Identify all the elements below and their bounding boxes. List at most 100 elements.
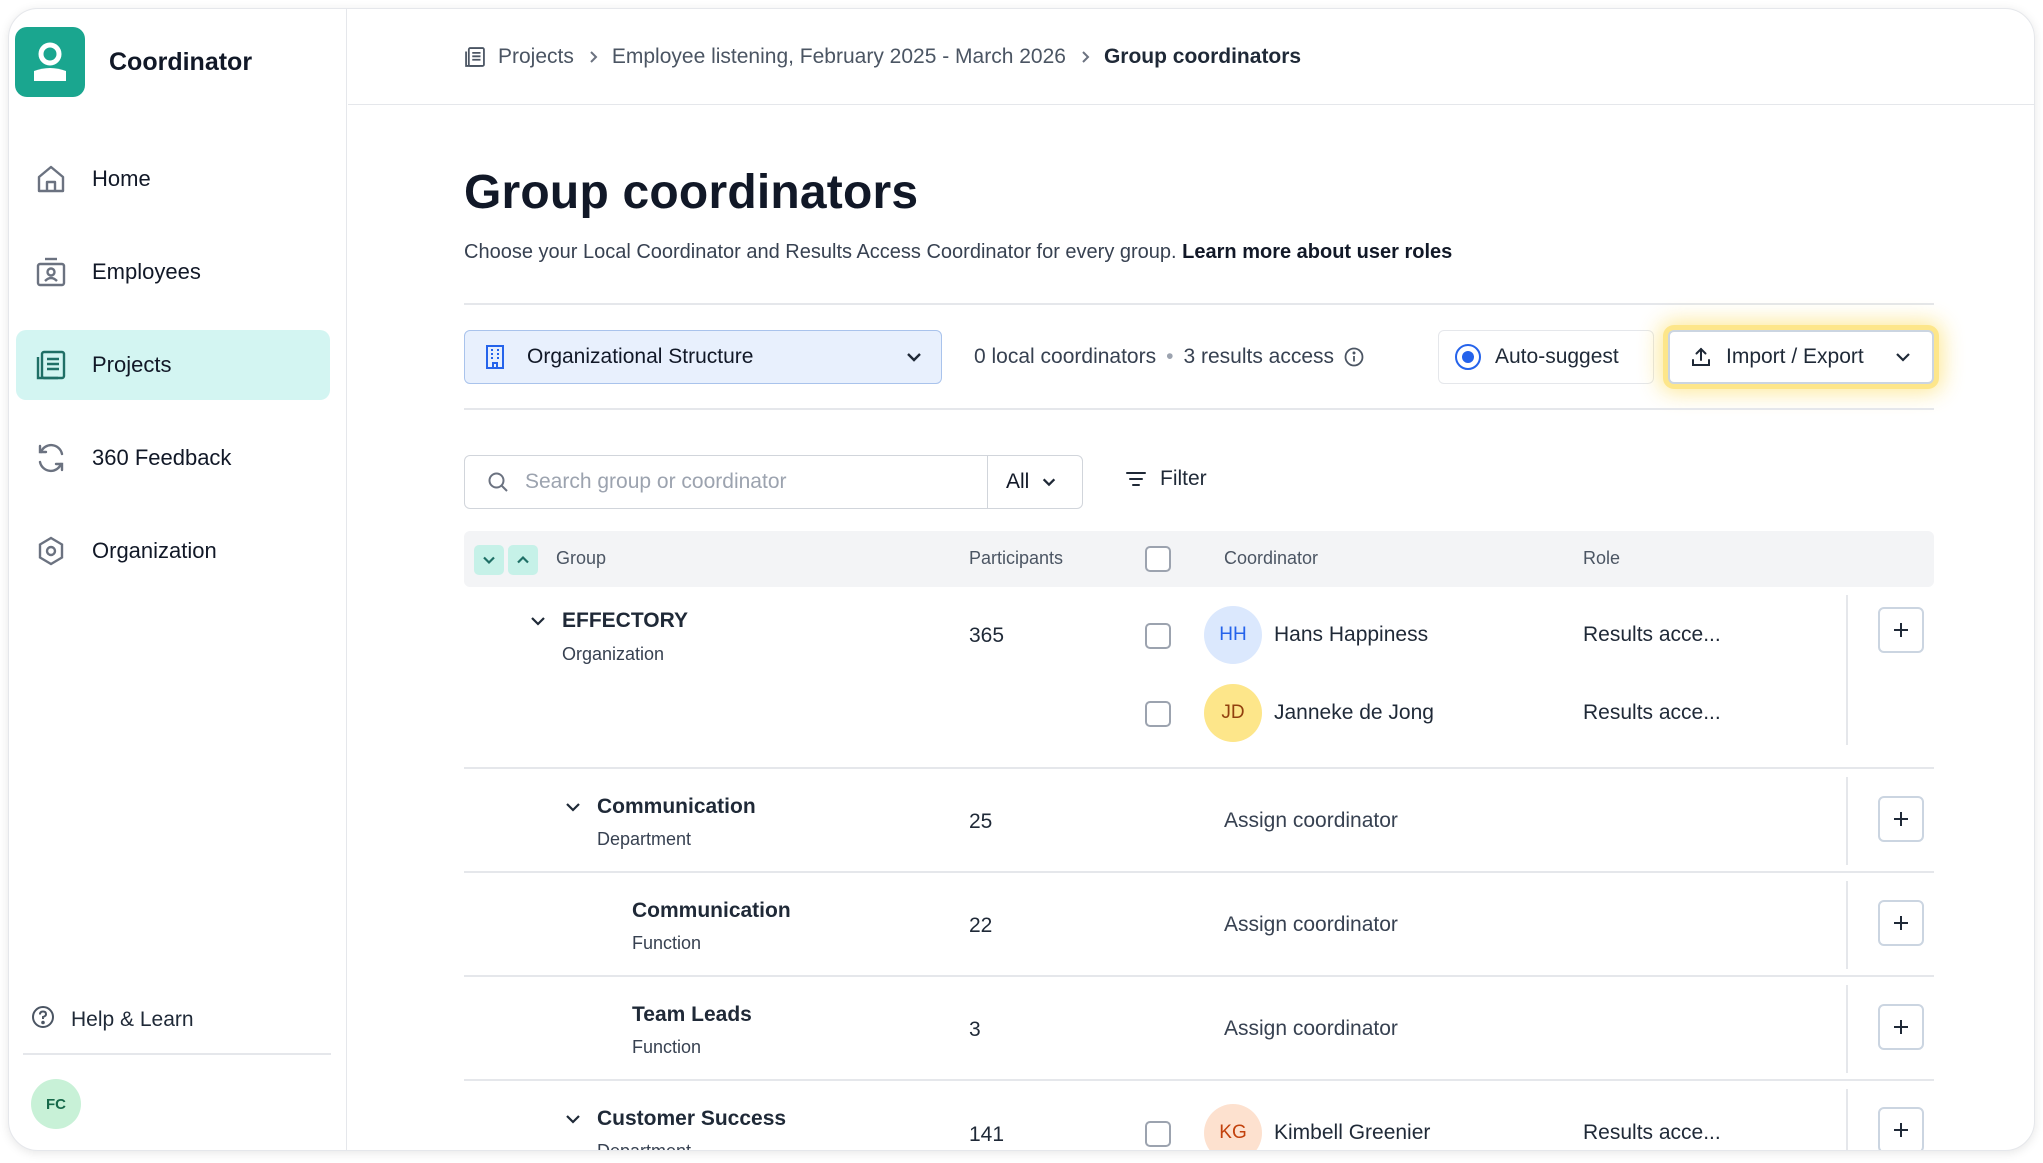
local-count: 0 local coordinators [974,345,1157,368]
divider [464,303,1934,305]
group-name: Communication [632,899,791,922]
structure-select-label: Organizational Structure [527,345,754,368]
assign-coordinator-link[interactable]: Assign coordinator [1224,913,1398,937]
chevron-down-icon [1894,348,1912,366]
chevron-down-icon[interactable] [561,795,585,819]
coordinator-name: Janneke de Jong [1274,701,1434,724]
sidebar-item-organization[interactable]: Organization [16,516,330,586]
sidebar-item-home[interactable]: Home [16,144,330,214]
sidebar: Coordinator Home Employees Projects 360 … [9,9,347,1150]
home-icon [34,162,68,196]
group-name: Customer Success [597,1107,787,1130]
breadcrumb-current: Group coordinators [1103,45,1302,68]
help-learn-link[interactable]: Help & Learn [31,1005,194,1034]
avatar: KG [1204,1104,1262,1150]
scope-select[interactable]: All [987,455,1083,509]
hexagon-icon [34,534,68,568]
sidebar-item-label: Projects [92,352,172,377]
avatar: HH [1204,606,1262,664]
page-title: Group coordinators [464,166,919,219]
chevron-right-icon [586,50,600,64]
group-type: Function [632,1037,702,1057]
assign-coordinator-link[interactable]: Assign coordinator [1224,809,1398,833]
column-header-participants: Participants [969,548,1064,568]
chevron-down-icon[interactable] [561,1107,585,1131]
expand-all-button[interactable] [474,545,504,575]
building-icon [483,344,507,370]
brand[interactable]: Coordinator [15,27,252,97]
topbar: Projects Employee listening, February 20… [348,9,2034,105]
info-icon[interactable] [1344,347,1364,367]
scope-select-value: All [1006,470,1030,493]
search-icon [487,471,509,493]
subtitle-text: Choose your Local Coordinator and Result… [464,241,1177,263]
breadcrumb-projects[interactable]: Projects [498,45,574,69]
breadcrumb: Projects Employee listening, February 20… [464,45,1301,69]
coordinator-checkbox[interactable] [1145,1121,1171,1147]
projects-icon [34,348,68,382]
participants-count: 3 [969,1018,981,1041]
search-input[interactable] [525,470,965,494]
auto-suggest-option[interactable]: Auto-suggest [1438,330,1654,384]
sidebar-divider [23,1053,331,1055]
group-name: EFFECTORY [562,609,689,632]
employees-icon [34,255,68,289]
search-row: All Filter [464,455,1934,509]
sidebar-item-label: Home [92,166,151,191]
refresh-icon [34,441,68,475]
column-header-role: Role [1583,548,1621,568]
sidebar-item-label: Organization [92,538,217,563]
learn-more-link[interactable]: Learn more about user roles [1182,241,1452,263]
add-coordinator-button[interactable] [1878,607,1924,653]
import-export-label: Import / Export [1726,345,1864,368]
filter-icon [1124,467,1148,491]
coordinator-logo-icon [15,27,85,97]
coordinator-name: Hans Happiness [1274,623,1429,646]
group-type: Organization [562,644,665,664]
add-coordinator-button[interactable] [1878,1004,1924,1050]
participants-count: 141 [969,1123,1005,1146]
structure-select[interactable]: Organizational Structure [464,330,942,384]
sidebar-nav: Home Employees Projects 360 Feedback Org… [16,144,330,609]
add-coordinator-button[interactable] [1878,900,1924,946]
select-all-checkbox[interactable] [1145,546,1171,572]
coordinator-name: Kimbell Greenier [1274,1121,1431,1144]
participants-count: 25 [969,810,993,833]
sidebar-item-employees[interactable]: Employees [16,237,330,307]
auto-suggest-label: Auto-suggest [1495,345,1619,368]
group-name: Communication [597,795,756,818]
group-type: Function [632,933,702,953]
avatar: JD [1204,684,1262,742]
help-label: Help & Learn [71,1007,194,1031]
coordinator-counts: 0 local coordinators • 3 results access [974,345,1364,369]
search-box [464,455,988,509]
column-header-group: Group [556,548,607,568]
collapse-all-button[interactable] [508,545,538,575]
table-row: Team Leads Function 3 Assign coordinator [464,977,1934,1081]
divider [1846,777,1848,865]
user-avatar[interactable]: FC [31,1079,81,1129]
breadcrumb-project[interactable]: Employee listening, February 2025 - Marc… [612,45,1066,69]
filter-button[interactable]: Filter [1124,467,1207,491]
assign-coordinator-link[interactable]: Assign coordinator [1224,1017,1398,1041]
group-type: Department [597,1141,692,1151]
add-coordinator-button[interactable] [1878,1107,1924,1150]
add-coordinator-button[interactable] [1878,796,1924,842]
sidebar-item-projects[interactable]: Projects [16,330,330,400]
sidebar-item-360-feedback[interactable]: 360 Feedback [16,423,330,493]
auto-suggest-radio[interactable] [1455,344,1481,370]
import-export-button[interactable]: Import / Export [1668,330,1934,384]
app-title: Coordinator [109,47,253,76]
table-header: Group Participants Coordinator Role [464,531,1934,587]
coordinator-checkbox[interactable] [1145,701,1171,727]
toolbar: Organizational Structure 0 local coordin… [464,330,1934,384]
filter-label: Filter [1160,467,1207,490]
column-header-coordinator: Coordinator [1224,548,1319,568]
separator-dot: • [1166,345,1174,368]
divider [1846,881,1848,969]
sidebar-item-label: 360 Feedback [92,445,232,470]
table-row: Communication Department 25 Assign coord… [464,769,1934,873]
table-row: Communication Function 22 Assign coordin… [464,873,1934,977]
coordinator-checkbox[interactable] [1145,623,1171,649]
chevron-down-icon[interactable] [526,609,550,633]
